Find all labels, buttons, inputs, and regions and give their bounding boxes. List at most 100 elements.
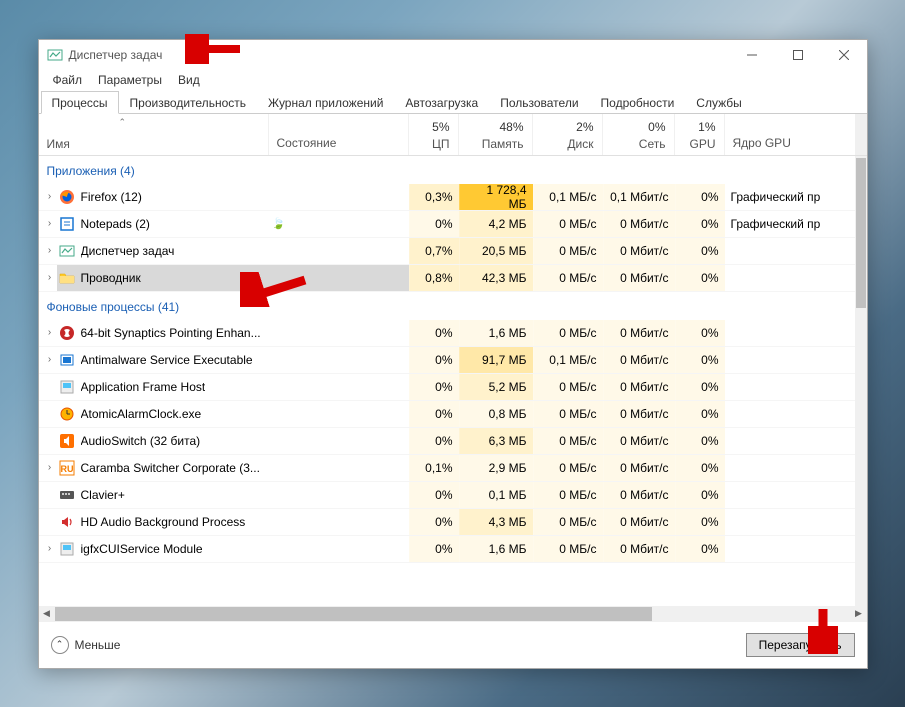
shield-icon: [59, 352, 75, 368]
gpu-engine-cell: Графический пр: [725, 211, 867, 237]
process-row[interactable]: HD Audio Background Process0%4,3 МБ0 МБ/…: [39, 509, 867, 536]
tab-apphistory[interactable]: Журнал приложений: [257, 91, 394, 114]
audio-icon: [59, 433, 75, 449]
net-cell: 0,1 Мбит/с: [603, 184, 675, 210]
restart-button[interactable]: Перезапустить: [746, 633, 855, 657]
expand-chevron-icon[interactable]: ›: [39, 191, 57, 202]
mem-cell: 0,8 МБ: [459, 401, 533, 427]
gpu-cell: 0%: [675, 536, 725, 562]
process-row[interactable]: ›RUCaramba Switcher Corporate (3...0,1%2…: [39, 455, 867, 482]
net-cell: 0 Мбит/с: [603, 509, 675, 535]
tab-users[interactable]: Пользователи: [489, 91, 589, 114]
col-cpu[interactable]: 5% ЦП: [409, 114, 459, 155]
column-headers: ⌃ Имя Состояние 5% ЦП 48% Память 2% Диск…: [39, 114, 867, 156]
process-name-cell: RUCaramba Switcher Corporate (3...: [57, 455, 269, 481]
tab-details[interactable]: Подробности: [590, 91, 686, 114]
tab-processes[interactable]: Процессы: [41, 91, 119, 114]
gpu-cell: 0%: [675, 238, 725, 264]
process-row[interactable]: AudioSwitch (32 бита)0%6,3 МБ0 МБ/с0 Мби…: [39, 428, 867, 455]
mem-cell: 42,3 МБ: [459, 265, 533, 291]
tab-services[interactable]: Службы: [685, 91, 752, 114]
titlebar[interactable]: Диспетчер задач: [39, 40, 867, 70]
status-cell: [289, 238, 409, 264]
tab-startup[interactable]: Автозагрузка: [394, 91, 489, 114]
expand-chevron-icon[interactable]: ›: [39, 245, 57, 256]
close-button[interactable]: [821, 40, 867, 70]
scroll-right-icon[interactable]: ▶: [851, 606, 867, 622]
process-row[interactable]: ›Диспетчер задач0,7%20,5 МБ0 МБ/с0 Мбит/…: [39, 238, 867, 265]
process-row[interactable]: ›Notepads (2)🍃0%4,2 МБ0 МБ/с0 Мбит/с0%Гр…: [39, 211, 867, 238]
col-gpu-engine[interactable]: Ядро GPU: [725, 114, 855, 155]
process-row[interactable]: ›Проводник0,8%42,3 МБ0 МБ/с0 Мбит/с0%: [39, 265, 867, 292]
col-network[interactable]: 0% Сеть: [603, 114, 675, 155]
vertical-scrollbar[interactable]: [855, 156, 867, 606]
section-apps: Приложения (4): [39, 156, 867, 184]
disk-cell: 0 МБ/с: [533, 536, 603, 562]
cpu-cell: 0%: [409, 401, 459, 427]
col-state[interactable]: Состояние: [269, 114, 409, 155]
process-row[interactable]: ›Antimalware Service Executable0%91,7 МБ…: [39, 347, 867, 374]
cpu-cell: 0,1%: [409, 455, 459, 481]
fewer-details-button[interactable]: ⌃ Меньше: [51, 636, 121, 654]
col-name[interactable]: ⌃ Имя: [39, 114, 269, 155]
net-cell: 0 Мбит/с: [603, 482, 675, 508]
cpu-cell: 0%: [409, 428, 459, 454]
menu-file[interactable]: Файл: [45, 71, 91, 89]
scroll-left-icon[interactable]: ◀: [39, 606, 55, 622]
menu-view[interactable]: Вид: [170, 71, 208, 89]
status-cell: [289, 211, 409, 237]
tabbar: Процессы Производительность Журнал прило…: [39, 90, 867, 114]
col-disk[interactable]: 2% Диск: [533, 114, 603, 155]
net-cell: 0 Мбит/с: [603, 238, 675, 264]
chevron-up-icon: ⌃: [51, 636, 69, 654]
caramba-icon: RU: [59, 460, 75, 476]
minimize-button[interactable]: [729, 40, 775, 70]
process-row[interactable]: ›igfxCUIService Module0%1,6 МБ0 МБ/с0 Мб…: [39, 536, 867, 563]
expand-chevron-icon[interactable]: ›: [39, 327, 57, 338]
process-name: Application Frame Host: [81, 380, 206, 394]
status-cell: [289, 509, 409, 535]
mem-cell: 1,6 МБ: [459, 536, 533, 562]
horizontal-scrollbar[interactable]: ◀ ▶: [39, 606, 867, 622]
expand-chevron-icon[interactable]: ›: [39, 543, 57, 554]
net-cell: 0 Мбит/с: [603, 536, 675, 562]
maximize-button[interactable]: [775, 40, 821, 70]
col-memory[interactable]: 48% Память: [459, 114, 533, 155]
gpu-engine-cell: Графический пр: [725, 184, 867, 210]
disk-cell: 0 МБ/с: [533, 428, 603, 454]
expand-chevron-icon[interactable]: ›: [39, 218, 57, 229]
process-row[interactable]: Clavier+0%0,1 МБ0 МБ/с0 Мбит/с0%: [39, 482, 867, 509]
gpu-engine-cell: [725, 482, 867, 508]
status-cell: [289, 374, 409, 400]
mem-cell: 4,3 МБ: [459, 509, 533, 535]
disk-cell: 0 МБ/с: [533, 238, 603, 264]
process-row[interactable]: Application Frame Host0%5,2 МБ0 МБ/с0 Мб…: [39, 374, 867, 401]
expand-chevron-icon[interactable]: ›: [39, 354, 57, 365]
disk-cell: 0 МБ/с: [533, 374, 603, 400]
cpu-cell: 0,7%: [409, 238, 459, 264]
scrollbar-thumb[interactable]: [856, 158, 866, 308]
net-cell: 0 Мбит/с: [603, 401, 675, 427]
menu-options[interactable]: Параметры: [90, 71, 170, 89]
gpu-engine-cell: [725, 238, 867, 264]
process-name-cell: Проводник: [57, 265, 269, 291]
cpu-cell: 0,8%: [409, 265, 459, 291]
expand-chevron-icon[interactable]: ›: [39, 272, 57, 283]
process-row[interactable]: ›Firefox (12)0,3%1 728,4 МБ0,1 МБ/с0,1 М…: [39, 184, 867, 211]
process-name: AudioSwitch (32 бита): [81, 434, 201, 448]
tab-performance[interactable]: Производительность: [119, 91, 257, 114]
disk-cell: 0 МБ/с: [533, 401, 603, 427]
hscroll-thumb[interactable]: [55, 607, 652, 621]
expand-chevron-icon[interactable]: ›: [39, 462, 57, 473]
process-name: AtomicAlarmClock.exe: [81, 407, 202, 421]
process-name: Firefox (12): [81, 190, 142, 204]
process-row[interactable]: ›64-bit Synaptics Pointing Enhan...0%1,6…: [39, 320, 867, 347]
keyboard-icon: [59, 487, 75, 503]
col-gpu[interactable]: 1% GPU: [675, 114, 725, 155]
process-row[interactable]: AtomicAlarmClock.exe 0%0,8 МБ0 МБ/с0 Мбит…: [39, 401, 867, 428]
net-cell: 0 Мбит/с: [603, 211, 675, 237]
svg-text:RU: RU: [60, 464, 73, 474]
gpu-cell: 0%: [675, 184, 725, 210]
net-cell: 0 Мбит/с: [603, 347, 675, 373]
speaker-icon: [59, 514, 75, 530]
